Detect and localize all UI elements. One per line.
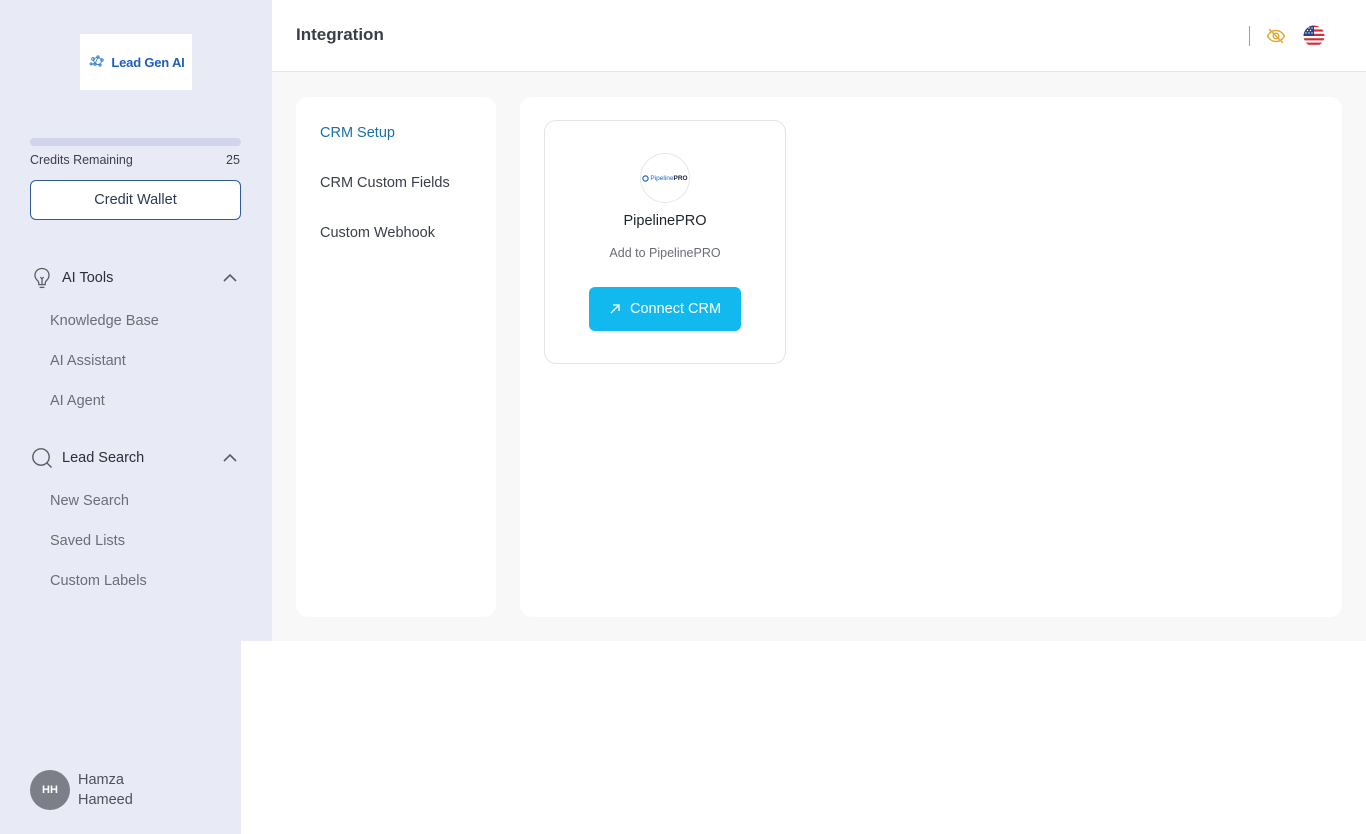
- user-profile[interactable]: HH Hamza Hameed: [30, 770, 158, 810]
- sidebar-item-knowledge-base[interactable]: Knowledge Base: [50, 313, 159, 329]
- tab-crm-custom-fields[interactable]: CRM Custom Fields: [320, 175, 450, 191]
- user-name: Hamza Hameed: [78, 772, 133, 808]
- sidebar-item-new-search[interactable]: New Search: [50, 493, 129, 509]
- chevron-up-icon[interactable]: [221, 449, 239, 472]
- credits-progress-bar: [30, 138, 241, 146]
- section-lead-search[interactable]: Lead Search: [30, 445, 241, 471]
- lightbulb-icon: [30, 266, 54, 290]
- pipelinepro-logo-icon: [642, 174, 650, 182]
- connect-crm-label: Connect CRM: [629, 301, 722, 317]
- credits-remaining-value: 25: [226, 153, 240, 167]
- crm-description: Add to PipelinePRO: [609, 246, 721, 260]
- divider: [1249, 26, 1250, 46]
- section-lead-search-label: Lead Search: [62, 450, 145, 466]
- credits-remaining-label: Credits Remaining: [30, 153, 133, 167]
- search-icon: [30, 446, 54, 470]
- chevron-up-icon[interactable]: [221, 269, 239, 292]
- pipelinepro-logo: PipelinePRO: [640, 153, 690, 203]
- us-flag-icon[interactable]: [1303, 25, 1325, 47]
- brain-logo-icon: [89, 55, 105, 67]
- connect-crm-button[interactable]: Connect CRM: [589, 287, 741, 331]
- sidebar-item-ai-assistant[interactable]: AI Assistant: [50, 353, 126, 369]
- page-title: Integration: [296, 25, 384, 44]
- section-ai-tools-label: AI Tools: [62, 270, 114, 286]
- crm-card: PipelinePRO PipelinePRO Add to PipelineP…: [544, 120, 786, 364]
- logo-text-suffix: PRO: [673, 174, 688, 182]
- avatar: HH: [30, 770, 70, 810]
- logo-text: Lead Gen AI: [111, 54, 185, 70]
- eye-off-icon[interactable]: [1266, 26, 1286, 46]
- app-logo[interactable]: Lead Gen AI: [80, 34, 192, 90]
- pipelinepro-logo-text: PipelinePRO: [650, 175, 687, 182]
- sidebar-item-saved-lists[interactable]: Saved Lists: [50, 533, 125, 549]
- arrow-up-right-icon: [610, 304, 620, 314]
- credit-wallet-button[interactable]: Credit Wallet: [30, 180, 241, 220]
- section-ai-tools[interactable]: AI Tools: [30, 265, 241, 291]
- sidebar: Lead Gen AI Credits Remaining 25 Credit …: [0, 0, 272, 641]
- logo-text-prefix: Pipeline: [650, 174, 674, 182]
- sidebar-item-custom-labels[interactable]: Custom Labels: [50, 573, 147, 589]
- sidebar-item-ai-agent[interactable]: AI Agent: [50, 393, 105, 409]
- tab-crm-setup[interactable]: CRM Setup: [320, 125, 395, 141]
- crm-name: PipelinePRO: [623, 213, 707, 229]
- tab-custom-webhook[interactable]: Custom Webhook: [320, 225, 435, 241]
- integration-settings-nav: CRM Setup CRM Custom Fields Custom Webho…: [296, 97, 496, 617]
- top-bar: Integration: [272, 0, 1366, 72]
